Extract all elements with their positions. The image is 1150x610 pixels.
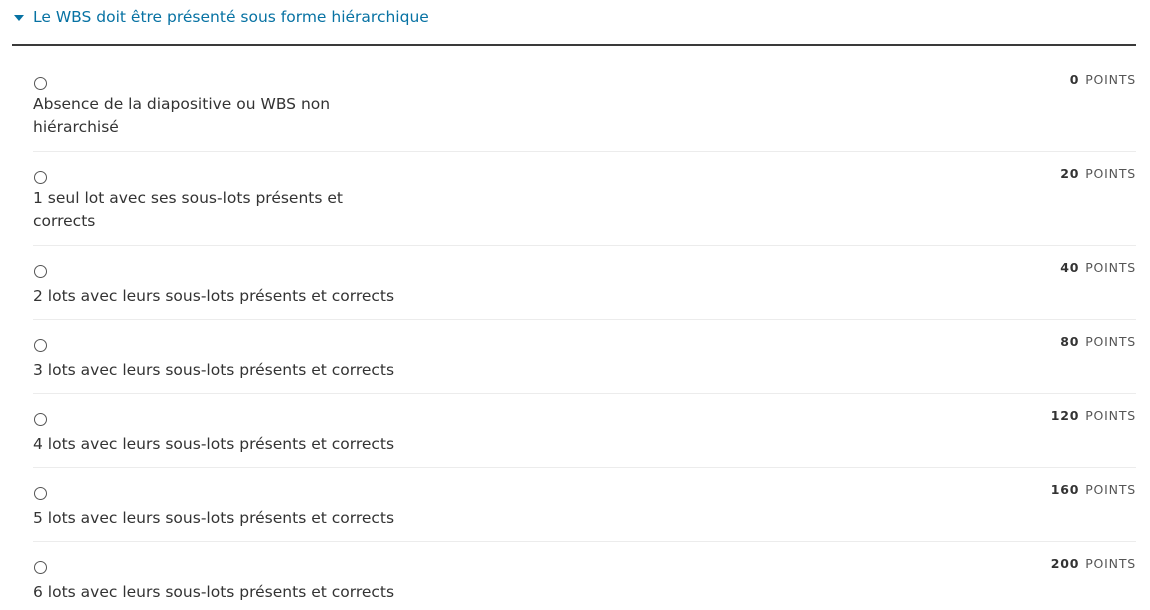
list-item[interactable]: 1 seul lot avec ses sous-lots présents e…: [33, 152, 1136, 246]
list-item[interactable]: 3 lots avec leurs sous-lots présents et …: [33, 320, 1136, 394]
radio-button[interactable]: [34, 77, 47, 90]
points-unit: POINTS: [1085, 260, 1136, 275]
rubric-panel: Le WBS doit être présenté sous forme hié…: [0, 0, 1150, 610]
points-unit: POINTS: [1085, 408, 1136, 423]
points-unit: POINTS: [1085, 334, 1136, 349]
points-number: 160: [1050, 482, 1080, 497]
radio-button[interactable]: [34, 487, 47, 500]
option-label: 6 lots avec leurs sous-lots présents et …: [33, 583, 395, 601]
list-item[interactable]: 4 lots avec leurs sous-lots présents et …: [33, 394, 1136, 468]
list-item[interactable]: 6 lots avec leurs sous-lots présents et …: [33, 542, 1136, 610]
caret-down-icon[interactable]: [14, 15, 24, 21]
points-value: 20 POINTS: [1060, 166, 1136, 181]
options-list: Absence de la diapositive ou WBS non hié…: [33, 46, 1136, 610]
points-value: 160 POINTS: [1051, 482, 1136, 497]
points-number: 120: [1050, 408, 1080, 423]
points-unit: POINTS: [1085, 166, 1136, 181]
option-label: 1 seul lot avec ses sous-lots présents e…: [33, 189, 343, 230]
list-item[interactable]: Absence de la diapositive ou WBS non hié…: [33, 46, 1136, 152]
points-unit: POINTS: [1085, 482, 1136, 497]
points-number: 200: [1050, 556, 1080, 571]
points-unit: POINTS: [1085, 72, 1136, 87]
points-unit: POINTS: [1085, 556, 1136, 571]
option-label: Absence de la diapositive ou WBS non hié…: [33, 95, 331, 136]
radio-button[interactable]: [34, 171, 47, 184]
points-value: 120 POINTS: [1051, 408, 1136, 423]
section-title: Le WBS doit être présenté sous forme hié…: [33, 8, 429, 26]
radio-button[interactable]: [34, 561, 47, 574]
option-label: 5 lots avec leurs sous-lots présents et …: [33, 509, 395, 527]
list-item[interactable]: 2 lots avec leurs sous-lots présents et …: [33, 246, 1136, 320]
points-value: 0 POINTS: [1070, 72, 1136, 87]
points-number: 20: [1060, 166, 1080, 181]
points-value: 40 POINTS: [1060, 260, 1136, 275]
option-label: 2 lots avec leurs sous-lots présents et …: [33, 287, 395, 305]
radio-button[interactable]: [34, 339, 47, 352]
points-value: 200 POINTS: [1051, 556, 1136, 571]
points-value: 80 POINTS: [1060, 334, 1136, 349]
option-label: 4 lots avec leurs sous-lots présents et …: [33, 435, 395, 453]
points-number: 0: [1069, 72, 1080, 87]
points-number: 80: [1060, 334, 1080, 349]
radio-button[interactable]: [34, 265, 47, 278]
points-number: 40: [1060, 260, 1080, 275]
section-toggle[interactable]: Le WBS doit être présenté sous forme hié…: [12, 0, 1136, 46]
option-label: 3 lots avec leurs sous-lots présents et …: [33, 361, 395, 379]
list-item[interactable]: 5 lots avec leurs sous-lots présents et …: [33, 468, 1136, 542]
radio-button[interactable]: [34, 413, 47, 426]
